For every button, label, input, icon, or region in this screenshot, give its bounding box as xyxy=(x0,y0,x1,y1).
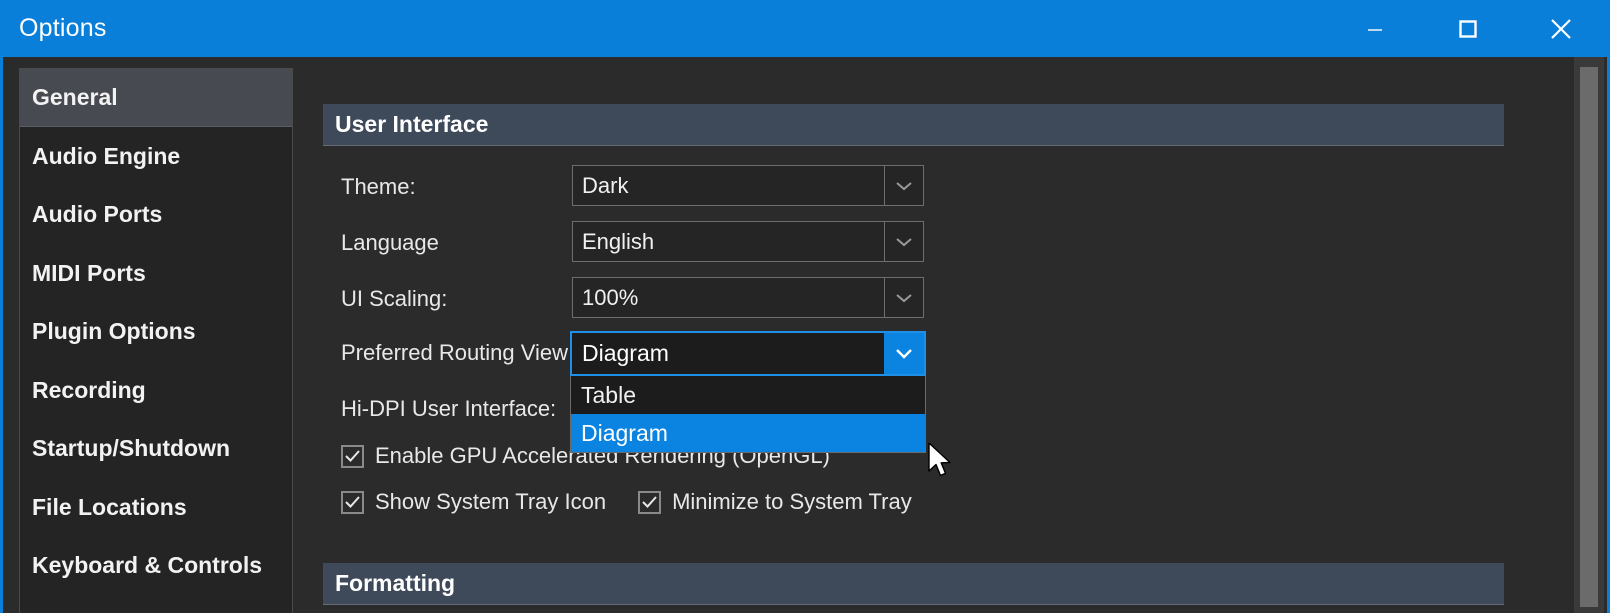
sidebar-item-label: General xyxy=(32,84,118,110)
options-window: Options General Audio Engine Audio Ports… xyxy=(0,0,1610,613)
preferred-routing-view-selected-value: Diagram xyxy=(582,340,669,366)
preferred-routing-view-dropdown-list[interactable]: Table Diagram xyxy=(570,376,926,453)
field-row-ui-scaling: UI Scaling: xyxy=(341,279,447,319)
checkbox-checked-icon xyxy=(341,444,364,468)
section-title: User Interface xyxy=(335,111,489,137)
chevron-down-icon xyxy=(884,166,923,205)
language-selected-value: English xyxy=(582,228,655,254)
ui-scaling-combobox[interactable]: 100% xyxy=(572,277,924,318)
dropdown-option-label: Table xyxy=(581,381,636,408)
field-row-preferred-routing-view: Preferred Routing View: xyxy=(341,333,574,373)
preferred-routing-view-combobox[interactable]: Diagram xyxy=(570,331,926,376)
dropdown-option-diagram[interactable]: Diagram xyxy=(571,414,925,452)
sidebar-item-label: Keyboard & Controls xyxy=(32,552,263,579)
chevron-down-icon xyxy=(884,333,924,374)
close-button[interactable] xyxy=(1514,0,1607,57)
language-label: Language xyxy=(341,230,439,255)
sidebar-item-startup-shutdown[interactable]: Startup/Shutdown xyxy=(20,420,292,479)
dropdown-option-label: Diagram xyxy=(581,419,668,446)
vertical-scrollbar-thumb[interactable] xyxy=(1580,67,1598,607)
language-combobox[interactable]: English xyxy=(572,221,924,262)
window-body: General Audio Engine Audio Ports MIDI Po… xyxy=(3,57,1607,613)
ui-scaling-label: UI Scaling: xyxy=(341,286,448,311)
section-header-user-interface: User Interface xyxy=(323,104,1504,146)
theme-combobox[interactable]: Dark xyxy=(572,165,924,206)
sidebar-item-audio-engine[interactable]: Audio Engine xyxy=(20,127,292,186)
window-title: Options xyxy=(19,14,107,42)
sidebar-item-audio-ports[interactable]: Audio Ports xyxy=(20,186,292,245)
minimize-icon xyxy=(1367,28,1382,31)
sidebar-item-label: MIDI Ports xyxy=(32,259,146,286)
theme-selected-value: Dark xyxy=(582,172,629,198)
window-controls xyxy=(1328,0,1607,57)
checkbox-checked-icon xyxy=(638,490,662,514)
checkbox-minimize-to-system-tray[interactable]: Minimize to System Tray xyxy=(638,489,912,515)
minimize-button[interactable] xyxy=(1328,0,1421,57)
checkbox-row-tray: Show System Tray Icon Minimize to System… xyxy=(341,489,912,515)
sidebar-item-label: Recording xyxy=(32,376,146,403)
checkbox-checked-icon xyxy=(341,490,364,514)
sidebar-item-label: Plugin Options xyxy=(32,318,196,345)
preferred-routing-view-label: Preferred Routing View: xyxy=(341,340,575,365)
sidebar-item-plugin-options[interactable]: Plugin Options xyxy=(20,303,292,362)
sidebar-item-label: Startup/Shutdown xyxy=(32,435,231,462)
checkbox-show-system-tray-icon[interactable]: Show System Tray Icon xyxy=(341,489,606,515)
settings-content-pane: User Interface Theme: Dark Language Engl… xyxy=(303,57,1535,613)
close-icon xyxy=(1550,18,1571,39)
sidebar-item-label: Audio Ports xyxy=(32,201,163,228)
settings-category-list: General Audio Engine Audio Ports MIDI Po… xyxy=(19,68,293,613)
field-row-language: Language xyxy=(341,223,439,263)
sidebar-item-file-locations[interactable]: File Locations xyxy=(20,478,292,537)
ui-scaling-selected-value: 100% xyxy=(582,284,639,310)
field-row-hi-dpi: Hi-DPI User Interface: xyxy=(341,389,556,429)
vertical-scrollbar-track[interactable] xyxy=(1574,57,1604,613)
hi-dpi-label: Hi-DPI User Interface: xyxy=(341,396,557,421)
sidebar-item-keyboard-controls[interactable]: Keyboard & Controls xyxy=(20,537,292,596)
checkbox-label: Minimize to System Tray xyxy=(672,489,912,514)
title-bar: Options xyxy=(3,0,1607,57)
sidebar-item-recording[interactable]: Recording xyxy=(20,361,292,420)
section-title: Formatting xyxy=(335,570,456,596)
section-header-formatting: Formatting xyxy=(323,563,1504,605)
checkbox-label: Show System Tray Icon xyxy=(375,489,607,514)
sidebar-item-midi-ports[interactable]: MIDI Ports xyxy=(20,244,292,303)
theme-label: Theme: xyxy=(341,174,416,199)
dropdown-option-table[interactable]: Table xyxy=(571,376,925,414)
chevron-down-icon xyxy=(884,222,923,261)
sidebar-item-general[interactable]: General xyxy=(20,69,292,127)
sidebar-item-label: File Locations xyxy=(32,493,187,520)
maximize-icon xyxy=(1458,19,1477,38)
maximize-button[interactable] xyxy=(1421,0,1514,57)
field-row-theme: Theme: xyxy=(341,167,416,207)
chevron-down-icon xyxy=(884,278,923,317)
sidebar-item-label: Audio Engine xyxy=(32,142,181,169)
